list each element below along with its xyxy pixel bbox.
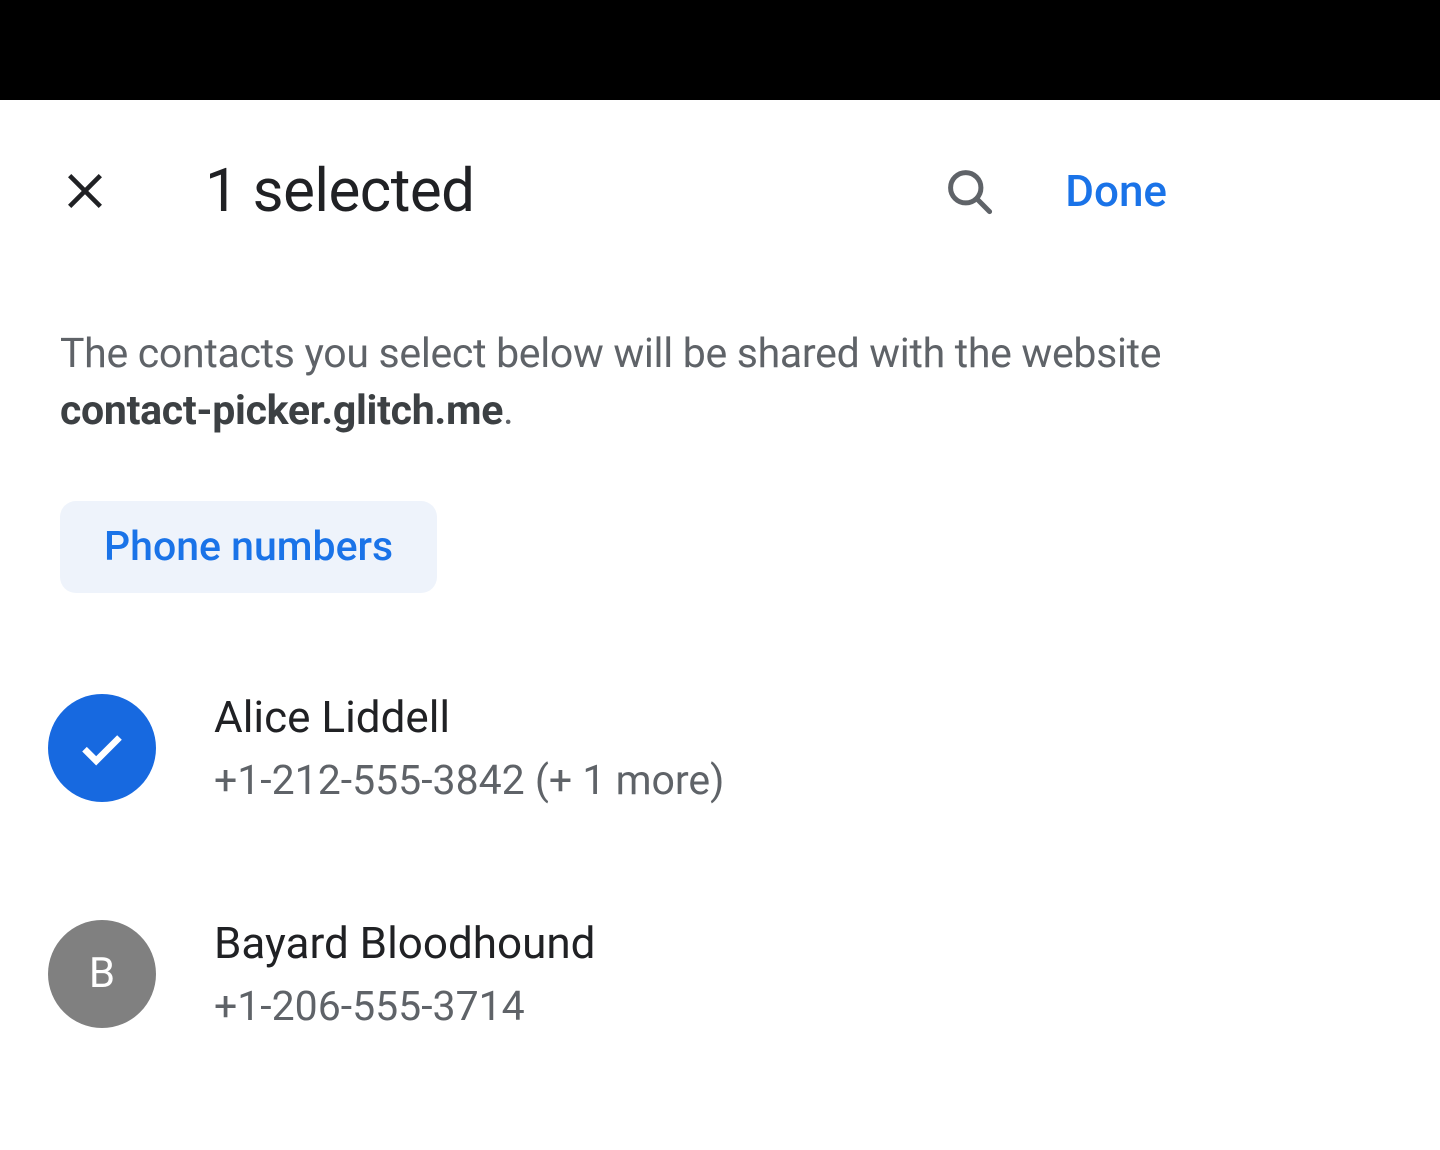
status-bar [0, 0, 1440, 100]
contact-info: Alice Liddell +1-212-555-3842 (+ 1 more) [214, 691, 724, 805]
share-info-suffix: . [503, 387, 514, 435]
property-chip-phone[interactable]: Phone numbers [60, 501, 437, 593]
share-info-text: The contacts you select below will be sh… [60, 326, 1167, 441]
share-info-site: contact-picker.glitch.me [60, 387, 503, 435]
contact-name: Alice Liddell [214, 691, 724, 743]
share-info-prefix: The contacts you select below will be sh… [60, 330, 1161, 378]
close-icon [62, 168, 108, 214]
contact-row[interactable]: B Bayard Bloodhound +1-206-555-3714 [60, 889, 1167, 1059]
done-button[interactable]: Done [1065, 165, 1167, 217]
picker-header: 1 selected Done [60, 100, 1167, 251]
contact-row[interactable]: Alice Liddell +1-212-555-3842 (+ 1 more) [60, 663, 1167, 833]
check-icon [74, 720, 130, 776]
contact-detail: +1-212-555-3842 (+ 1 more) [214, 757, 724, 805]
contact-avatar-selected [48, 694, 156, 802]
close-button[interactable] [60, 166, 110, 216]
contact-name: Bayard Bloodhound [214, 917, 596, 969]
contact-detail: +1-206-555-3714 [214, 983, 596, 1031]
contact-avatar-initial: B [48, 920, 156, 1028]
selection-count-title: 1 selected [205, 155, 943, 226]
contact-info: Bayard Bloodhound +1-206-555-3714 [214, 917, 596, 1031]
search-icon [943, 165, 995, 217]
search-button[interactable] [943, 165, 995, 217]
